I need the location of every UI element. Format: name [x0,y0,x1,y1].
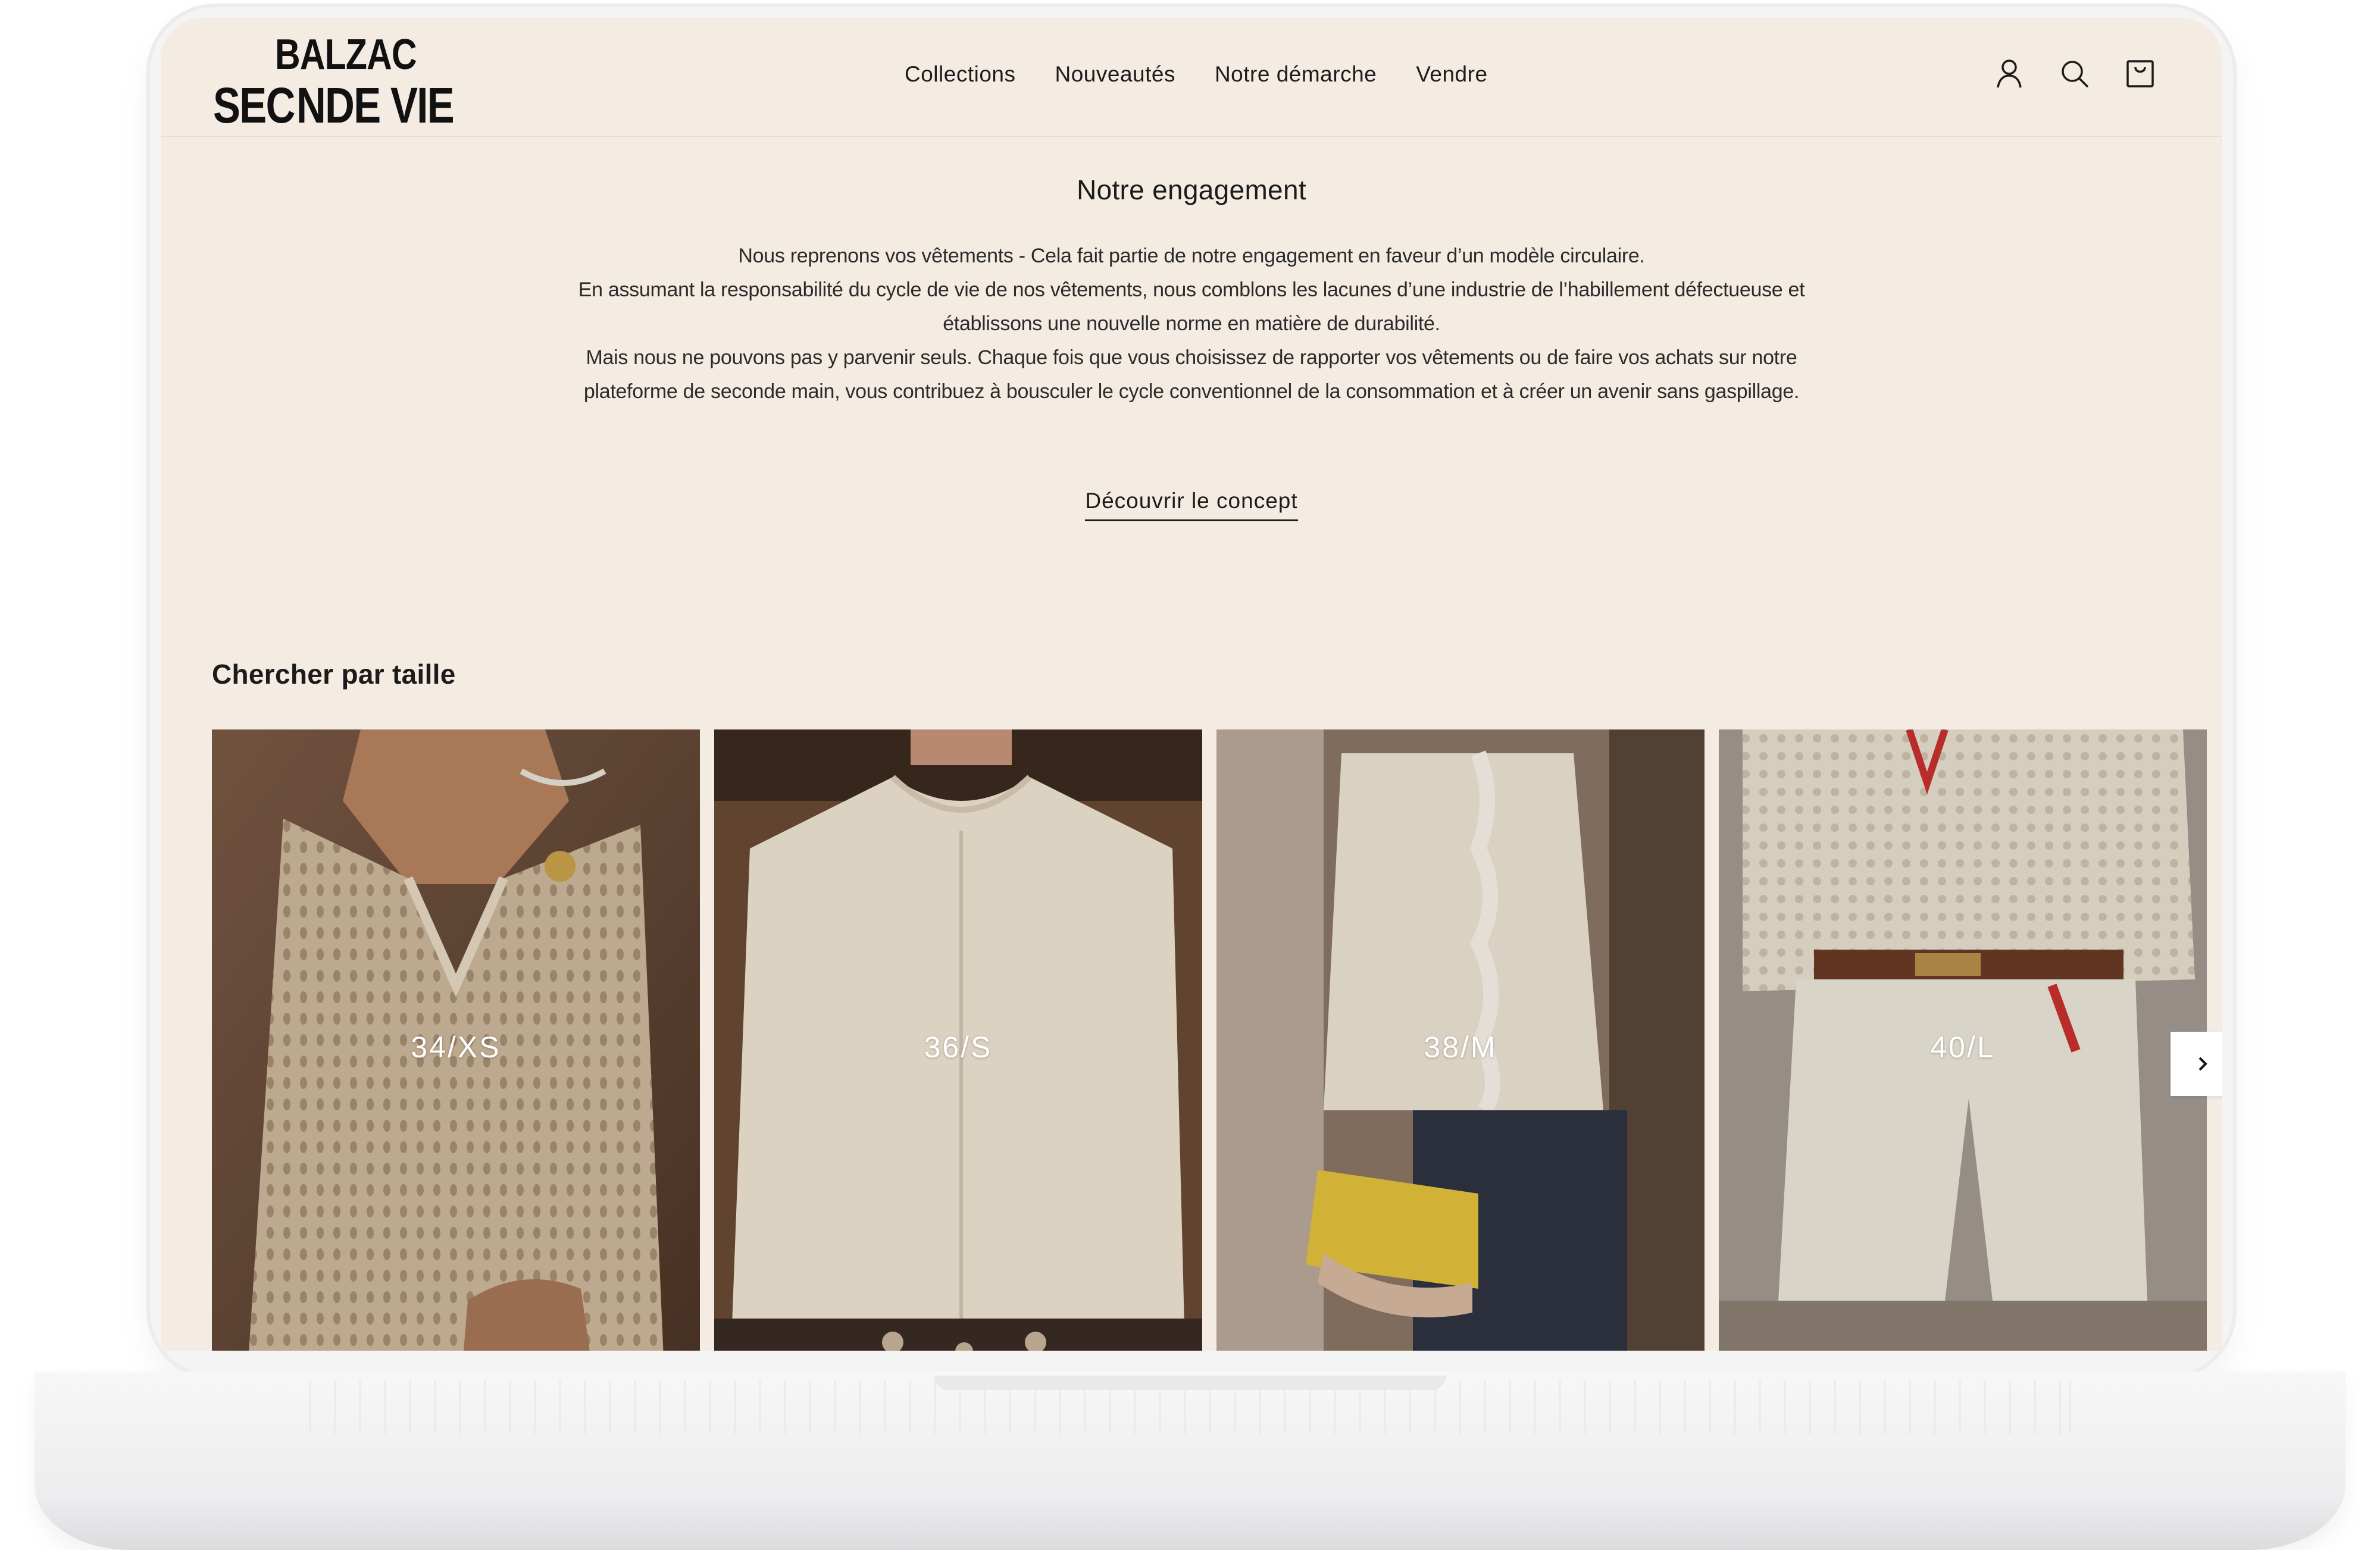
laptop-hinge [934,1376,1446,1390]
engagement-section: Notre engagement Nous reprenons vos vête… [161,174,2222,521]
logo-line-1: BALZAC [275,31,417,79]
size-card-34-xs[interactable]: 34/XS [212,729,700,1351]
nav-notre-demarche[interactable]: Notre démarche [1215,62,1377,87]
engagement-text: Nous reprenons vos vêtements - Cela fait… [567,239,1816,409]
size-label: 38/M [1424,1031,1497,1064]
engagement-paragraph: En assumant la responsabilité du cycle d… [578,278,1805,335]
logo-text-b: NDE VIE [296,77,455,133]
engagement-paragraph: Nous reprenons vos vêtements - Cela fait… [738,245,1645,267]
logo-line-2: SEC NDE VIE [213,77,455,133]
cart-icon[interactable] [2123,57,2157,90]
logo-text-a: SEC [213,77,295,133]
size-carousel: 34/XS 36/S 38/M 40/L [212,729,2207,1351]
size-card-36-s[interactable]: 36/S [714,729,1202,1351]
nav-nouveautes[interactable]: Nouveautés [1055,62,1175,87]
account-icon[interactable] [1993,57,2026,90]
engagement-title: Notre engagement [1077,174,1306,205]
chevron-right-icon [2198,1057,2207,1071]
size-card-40-l[interactable]: 40/L [1719,729,2207,1351]
brand-logo[interactable]: BALZAC SEC NDE VIE [213,31,463,132]
header-icons [1993,57,2157,90]
size-label: 34/XS [411,1031,501,1064]
discover-concept-link[interactable]: Découvrir le concept [1085,489,1298,521]
size-section-title: Chercher par taille [212,659,456,690]
main-nav: Collections Nouveautés Notre démarche Ve… [905,62,1527,87]
site-header: BALZAC SEC NDE VIE Collections Nouveauté… [161,18,2222,137]
nav-vendre[interactable]: Vendre [1416,62,1487,87]
carousel-next-button[interactable] [2171,1032,2222,1096]
browser-screen: BALZAC SEC NDE VIE Collections Nouveauté… [161,18,2222,1351]
nav-collections[interactable]: Collections [905,62,1015,87]
search-icon[interactable] [2058,57,2091,90]
size-card-38-m[interactable]: 38/M [1216,729,1705,1351]
size-label: 36/S [924,1031,993,1064]
size-label: 40/L [1930,1031,1996,1064]
engagement-paragraph: Mais nous ne pouvons pas y parvenir seul… [583,346,1800,403]
